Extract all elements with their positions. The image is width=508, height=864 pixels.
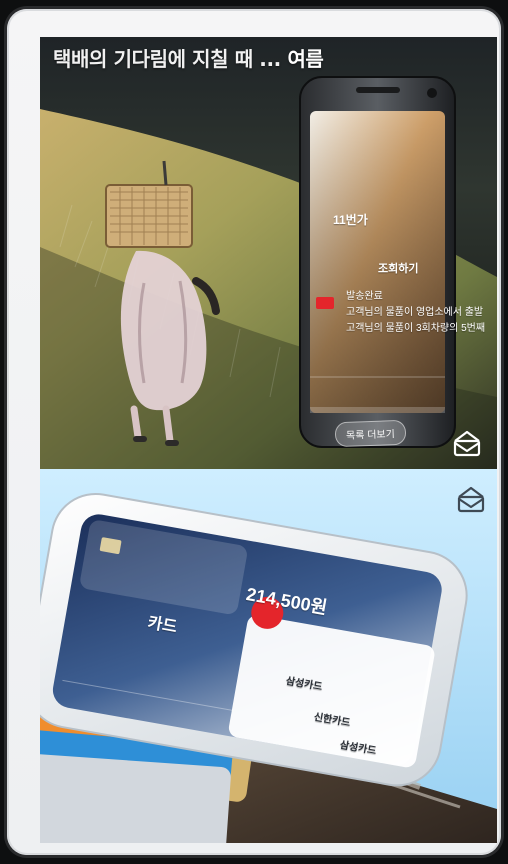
banner-bottom-illustration [40, 469, 497, 843]
app-badge: 11번가 [333, 213, 368, 227]
track-button[interactable]: 조회하기 [378, 260, 418, 276]
banner-title-accent: 여름 [287, 47, 324, 71]
banner-top[interactable]: 택배의 기다림에 지칠 때 ... 여름 11번가 조회하기 발송완료 고객님의… [40, 37, 497, 469]
card-label: 카드 [146, 614, 179, 637]
delivery-line-1: 발송완료 [346, 291, 383, 302]
banner-bottom[interactable]: 카드 214,500원 삼성카드 신한카드 삼성카드 [40, 469, 497, 843]
banner-top-illustration [40, 37, 497, 469]
banner-title-main: 택배의 기다림에 지칠 때 ... [53, 47, 281, 71]
more-list-button[interactable]: 목록 더보기 [334, 419, 407, 448]
app-screen: 택배의 기다림에 지칠 때 ... 여름 11번가 조회하기 발송완료 고객님의… [7, 9, 501, 855]
device-frame: 택배의 기다림에 지칠 때 ... 여름 11번가 조회하기 발송완료 고객님의… [0, 0, 508, 864]
banner-title: 택배의 기다림에 지칠 때 ... 여름 [53, 43, 485, 72]
delivery-line-2: 고객님의 물품이 영업소에서 출발 [346, 307, 484, 318]
delivery-line-3: 고객님의 물품이 3회차량의 5번째 [346, 323, 486, 334]
